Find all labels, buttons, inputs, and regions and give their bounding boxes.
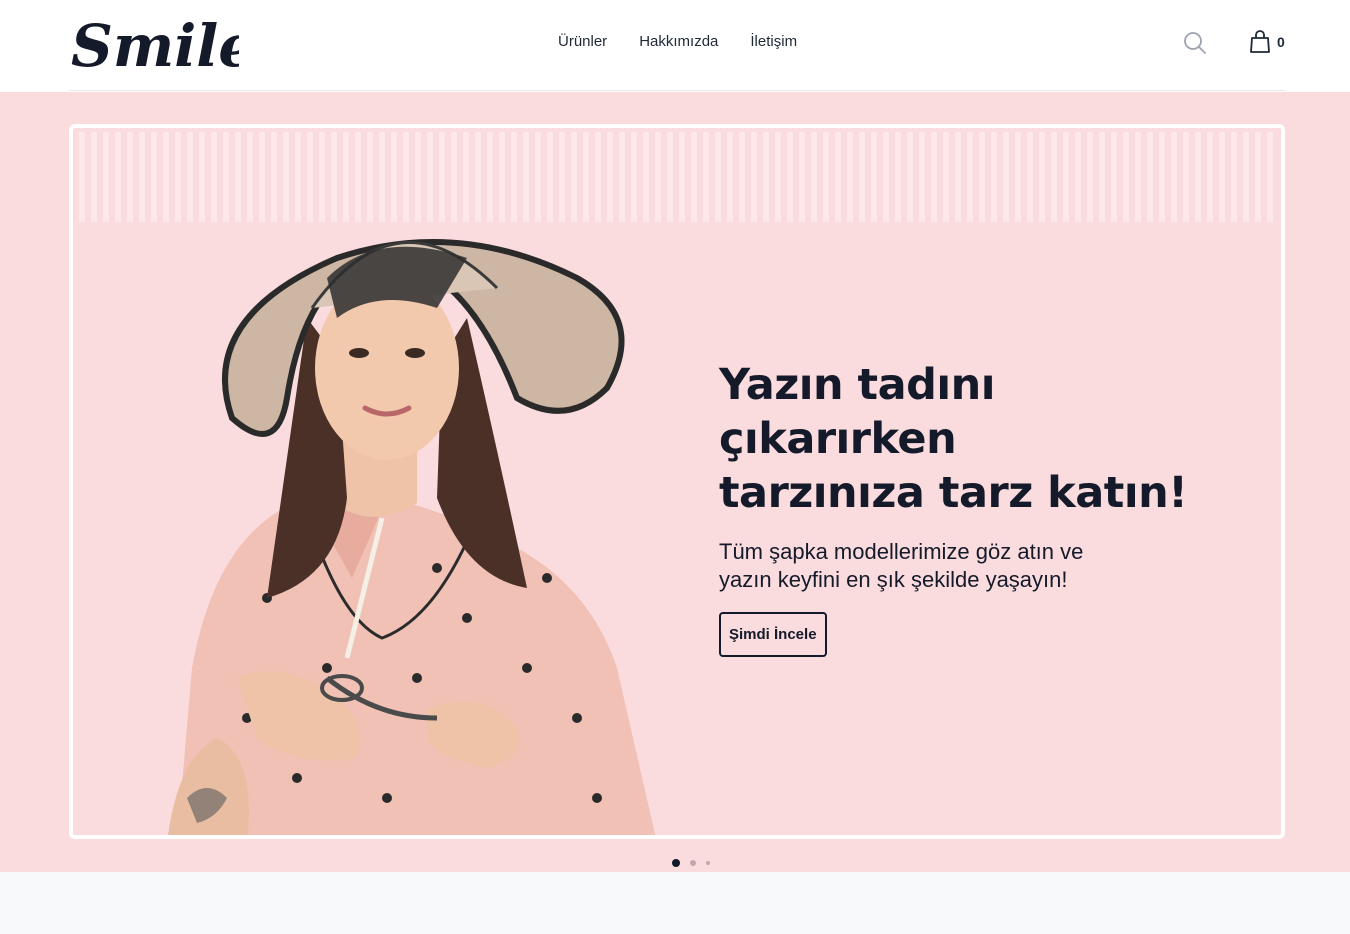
hero-title-line2: tarzınıza tarz katın! [719, 468, 1188, 518]
header-inner: Smile Ürünler Hakkımızda İletişim 0 [69, 0, 1285, 91]
hero-subtitle-line2: yazın keyfini en şık şekilde yaşayın! [719, 567, 1068, 592]
hero-subtitle-line1: Tüm şapka modellerimize göz atın ve [719, 539, 1084, 564]
hero-content: Yazın tadını çıkarırken tarzınıza tarz k… [719, 358, 1239, 657]
carousel-dot-1[interactable] [672, 859, 680, 867]
svg-text:Smile: Smile [71, 12, 239, 80]
cart-count: 0 [1277, 34, 1285, 50]
hero-title: Yazın tadını çıkarırken tarzınıza tarz k… [719, 358, 1239, 520]
hero-banner: Yazın tadını çıkarırken tarzınıza tarz k… [0, 92, 1350, 872]
logo[interactable]: Smile [69, 6, 255, 80]
shop-now-button[interactable]: Şimdi İncele [719, 612, 827, 657]
carousel-dot-2[interactable] [690, 860, 696, 866]
hero-model-image [168, 239, 656, 835]
hero-title-line1: Yazın tadını çıkarırken [719, 360, 996, 464]
nav-item-iletisim[interactable]: İletişim [750, 33, 797, 50]
hero-subtitle: Tüm şapka modellerimize göz atın ve yazı… [719, 538, 1139, 594]
nav-item-hakkimizda[interactable]: Hakkımızda [639, 33, 718, 50]
carousel-dot-3[interactable] [706, 861, 710, 865]
hero-slide: Yazın tadını çıkarırken tarzınıza tarz k… [69, 124, 1285, 839]
carousel-dots [672, 859, 710, 867]
nav-item-urunler[interactable]: Ürünler [558, 33, 607, 50]
site-header: Smile Ürünler Hakkımızda İletişim 0 [0, 0, 1350, 92]
search-icon[interactable] [1182, 30, 1208, 56]
main-nav: Ürünler Hakkımızda İletişim [558, 33, 797, 50]
shopping-bag-icon [1250, 30, 1270, 53]
logo-wordmark: Smile [71, 12, 255, 80]
cart-button[interactable]: 0 [1249, 30, 1285, 54]
